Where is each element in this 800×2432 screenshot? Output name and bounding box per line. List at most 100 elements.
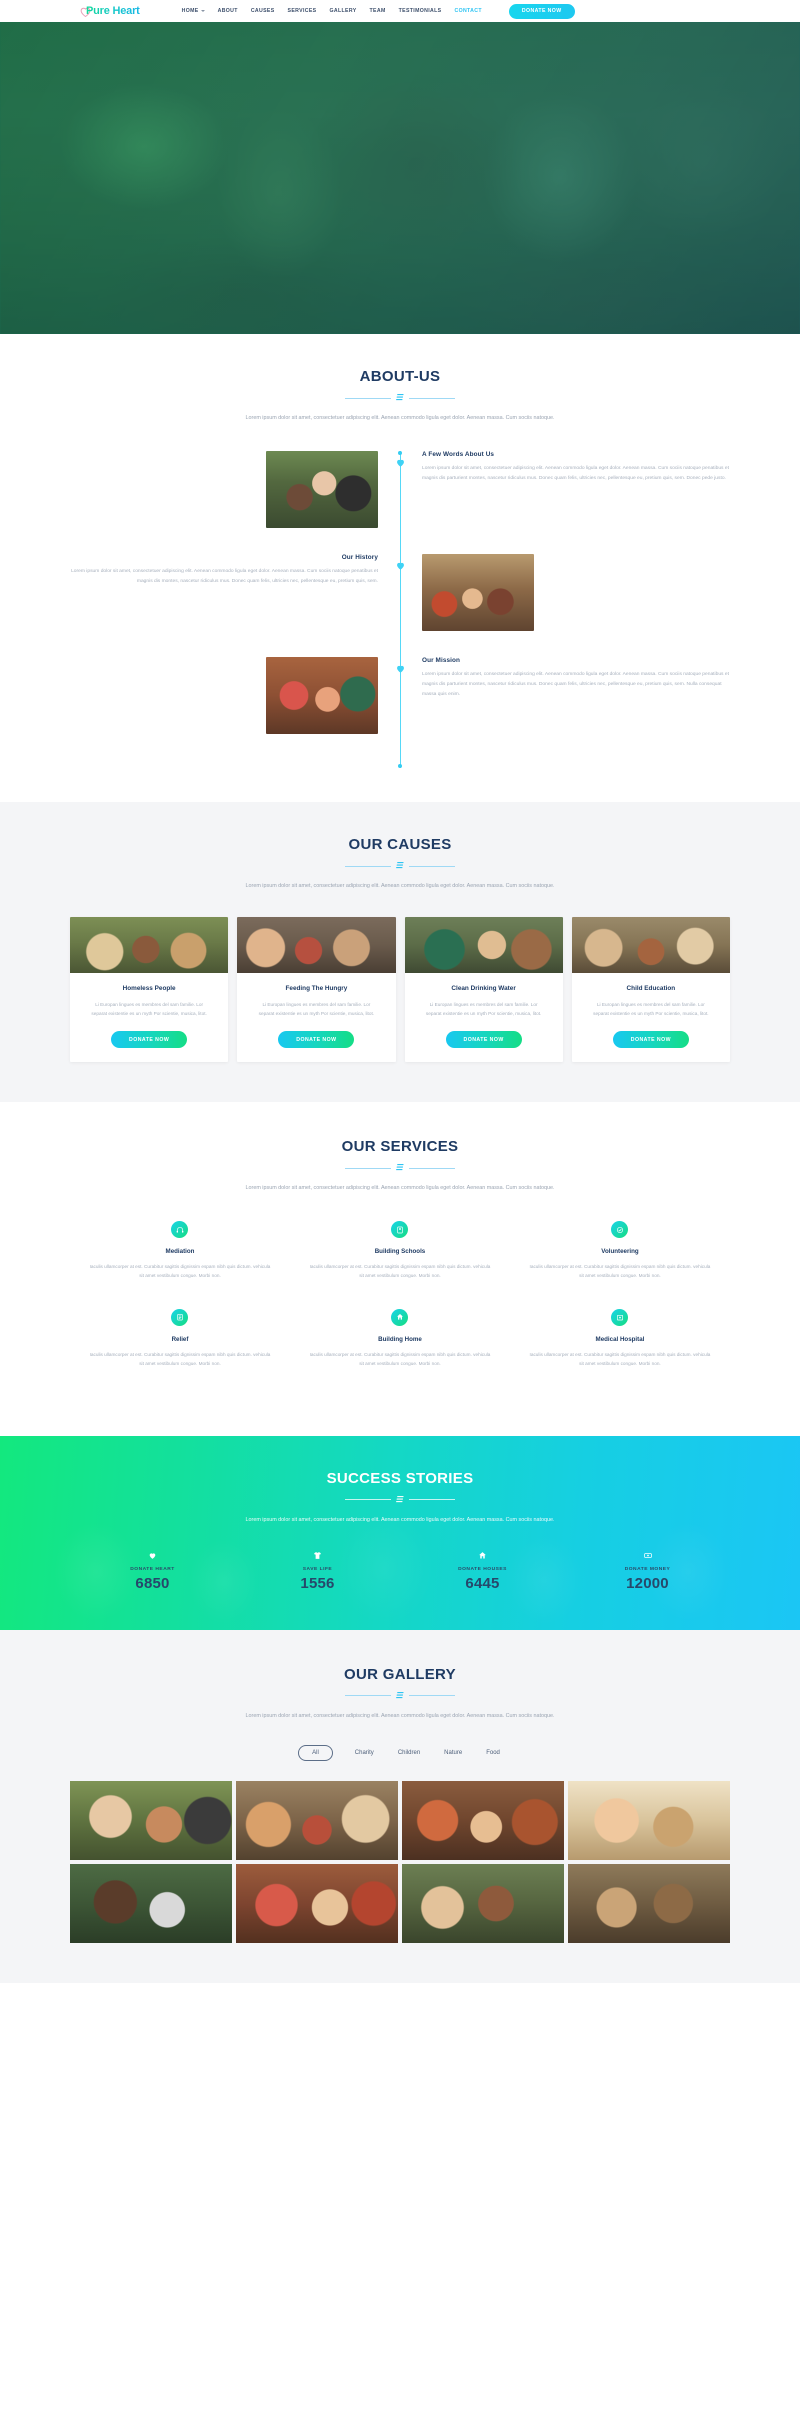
service-title: Building Home bbox=[378, 1335, 422, 1343]
nav-label: HOME bbox=[181, 8, 199, 14]
counter-value: 1556 bbox=[300, 1574, 335, 1592]
header-inner: Pure Heart HOME ABOUT CAUSES SERVICES GA… bbox=[70, 3, 730, 19]
donate-now-button[interactable]: DONATE NOW bbox=[445, 1031, 522, 1049]
service-description: Iaculis ullamcorper at est. Curabitur sa… bbox=[89, 1264, 271, 1279]
nav-item-testimonials[interactable]: TESTIMONIALS bbox=[399, 8, 442, 14]
timeline-body: Lorem ipsum dolor sit amet, consectetuer… bbox=[71, 569, 378, 584]
cause-description: Li Europan lingues es membres del sam fa… bbox=[258, 1002, 375, 1017]
heart-marker-icon bbox=[395, 663, 406, 674]
services-header: OUR SERVICES ☰ Lorem ipsum dolor sit ame… bbox=[70, 1138, 730, 1193]
gallery-filter-all[interactable]: All bbox=[298, 1744, 333, 1761]
cause-card[interactable]: Child Education Li Europan lingues es me… bbox=[571, 917, 730, 1063]
gallery-item[interactable] bbox=[236, 1780, 398, 1860]
gallery-item[interactable] bbox=[70, 1780, 232, 1860]
timeline-heading: A Few Words About Us bbox=[422, 451, 495, 458]
gallery-item[interactable] bbox=[402, 1780, 564, 1860]
cause-card[interactable]: Feeding The Hungry Li Europan lingues es… bbox=[237, 917, 396, 1063]
cause-image bbox=[404, 917, 563, 973]
gallery-item[interactable] bbox=[568, 1863, 730, 1943]
money-icon bbox=[565, 1551, 730, 1561]
success-stories-section: SUCCESS STORIES ☰ Lorem ipsum dolor sit … bbox=[0, 1435, 800, 1630]
gallery-header: OUR GALLERY ☰ Lorem ipsum dolor sit amet… bbox=[70, 1666, 730, 1721]
nav-item-contact[interactable]: CONTACT bbox=[454, 8, 481, 14]
cause-image bbox=[70, 917, 229, 973]
gallery-item[interactable] bbox=[236, 1863, 398, 1943]
divider-bar-left bbox=[345, 397, 392, 399]
divider-glyph-icon: ☰ bbox=[395, 1494, 405, 1504]
causes-header: OUR CAUSES ☰ Lorem ipsum dolor sit amet,… bbox=[70, 836, 730, 891]
divider-bar-left bbox=[345, 1695, 392, 1697]
services-section: OUR SERVICES ☰ Lorem ipsum dolor sit ame… bbox=[0, 1102, 800, 1436]
page-title-causes: OUR CAUSES bbox=[348, 836, 452, 853]
nav-item-gallery[interactable]: GALLERY bbox=[329, 8, 356, 14]
gallery-item[interactable] bbox=[402, 1863, 564, 1943]
heart-marker-icon bbox=[395, 457, 406, 468]
divider-bar-left bbox=[345, 1499, 392, 1501]
gallery-filter-nature[interactable]: Nature bbox=[442, 1746, 464, 1760]
nav-item-services[interactable]: SERVICES bbox=[288, 8, 317, 14]
page-title-success: SUCCESS STORIES bbox=[326, 1469, 474, 1487]
divider-bar-right bbox=[408, 1695, 455, 1697]
gallery-filter-children[interactable]: Children bbox=[396, 1746, 422, 1760]
service-item-volunteering[interactable]: Volunteering Iaculis ullamcorper at est.… bbox=[510, 1221, 730, 1280]
counter-donate-money: DONATE MONEY 12000 bbox=[565, 1551, 730, 1592]
heart-icon bbox=[70, 1551, 235, 1561]
cause-title: Clean Drinking Water bbox=[451, 985, 516, 992]
service-description: Iaculis ullamcorper at est. Curabitur sa… bbox=[309, 1351, 491, 1366]
timeline-media-cell bbox=[70, 657, 400, 734]
about-subtitle: Lorem ipsum dolor sit amet, consectetuer… bbox=[245, 415, 555, 421]
timeline-row: Our History Lorem ipsum dolor sit amet, … bbox=[70, 554, 730, 631]
cause-title: Child Education bbox=[626, 985, 676, 992]
timeline-text-cell: Our History Lorem ipsum dolor sit amet, … bbox=[70, 554, 400, 587]
nav-item-home[interactable]: HOME bbox=[182, 8, 205, 14]
causes-grid: Homeless People Li Europan lingues es me… bbox=[70, 917, 730, 1063]
hero-gradient-tint bbox=[0, 22, 800, 334]
donate-now-button[interactable]: DONATE NOW bbox=[278, 1031, 355, 1049]
counter-label: DONATE HEART bbox=[130, 1566, 175, 1572]
gallery-filter-food[interactable]: Food bbox=[484, 1746, 502, 1760]
site-logo[interactable]: Pure Heart bbox=[70, 4, 140, 19]
gallery-item[interactable] bbox=[70, 1863, 232, 1943]
timeline-text-cell: A Few Words About Us Lorem ipsum dolor s… bbox=[400, 451, 730, 484]
nav-item-about[interactable]: ABOUT bbox=[218, 8, 238, 14]
timeline-media-cell bbox=[70, 451, 400, 528]
cause-card[interactable]: Homeless People Li Europan lingues es me… bbox=[70, 917, 229, 1063]
cause-card[interactable]: Clean Drinking Water Li Europan lingues … bbox=[404, 917, 563, 1063]
timeline-heading: Our History bbox=[341, 554, 378, 561]
nav-item-causes[interactable]: CAUSES bbox=[251, 8, 275, 14]
cause-title: Feeding The Hungry bbox=[285, 985, 348, 992]
service-title: Mediation bbox=[165, 1248, 195, 1256]
donate-now-button[interactable]: DONATE NOW bbox=[612, 1031, 689, 1049]
services-grid: Mediation Iaculis ullamcorper at est. Cu… bbox=[70, 1221, 730, 1396]
donate-now-header-button[interactable]: DONATE NOW bbox=[508, 3, 575, 19]
headphones-icon bbox=[171, 1221, 189, 1239]
service-item-medical-hospital[interactable]: Medical Hospital Iaculis ullamcorper at … bbox=[510, 1308, 730, 1368]
divider-bar-right bbox=[408, 1499, 455, 1501]
clipboard-icon bbox=[171, 1308, 189, 1326]
hospital-icon bbox=[611, 1308, 629, 1326]
service-item-relief[interactable]: Relief Iaculis ullamcorper at est. Curab… bbox=[70, 1308, 290, 1368]
donate-now-button[interactable]: DONATE NOW bbox=[111, 1031, 188, 1049]
section-divider: ☰ bbox=[70, 393, 730, 402]
service-item-building-home[interactable]: Building Home Iaculis ullamcorper at est… bbox=[290, 1308, 510, 1368]
cause-description: Li Europan lingues es membres del sam fa… bbox=[91, 1002, 207, 1017]
divider-bar-right bbox=[408, 865, 455, 867]
success-header: SUCCESS STORIES ☰ Lorem ipsum dolor sit … bbox=[70, 1470, 730, 1525]
gallery-filter-charity[interactable]: Charity bbox=[353, 1746, 376, 1760]
about-photo-3 bbox=[266, 657, 378, 734]
hero-banner bbox=[0, 22, 800, 334]
services-subtitle: Lorem ipsum dolor sit amet, consectetuer… bbox=[245, 1185, 555, 1192]
service-description: Iaculis ullamcorper at est. Curabitur sa… bbox=[309, 1264, 491, 1279]
about-timeline: A Few Words About Us Lorem ipsum dolor s… bbox=[70, 451, 730, 768]
cause-title: Homeless People bbox=[122, 985, 176, 992]
service-item-mediation[interactable]: Mediation Iaculis ullamcorper at est. Cu… bbox=[70, 1221, 290, 1280]
gallery-filter-bar: All Charity Children Nature Food bbox=[70, 1744, 730, 1761]
divider-bar-right bbox=[408, 1167, 455, 1169]
service-item-building-schools[interactable]: Building Schools Iaculis ullamcorper at … bbox=[290, 1221, 510, 1280]
gallery-item[interactable] bbox=[568, 1780, 730, 1860]
nav-item-team[interactable]: TEAM bbox=[370, 8, 386, 14]
page-title-services: OUR SERVICES bbox=[341, 1138, 459, 1156]
handshake-icon bbox=[611, 1221, 629, 1239]
section-divider: ☰ bbox=[70, 1494, 730, 1504]
divider-glyph-icon: ☰ bbox=[395, 1163, 405, 1173]
